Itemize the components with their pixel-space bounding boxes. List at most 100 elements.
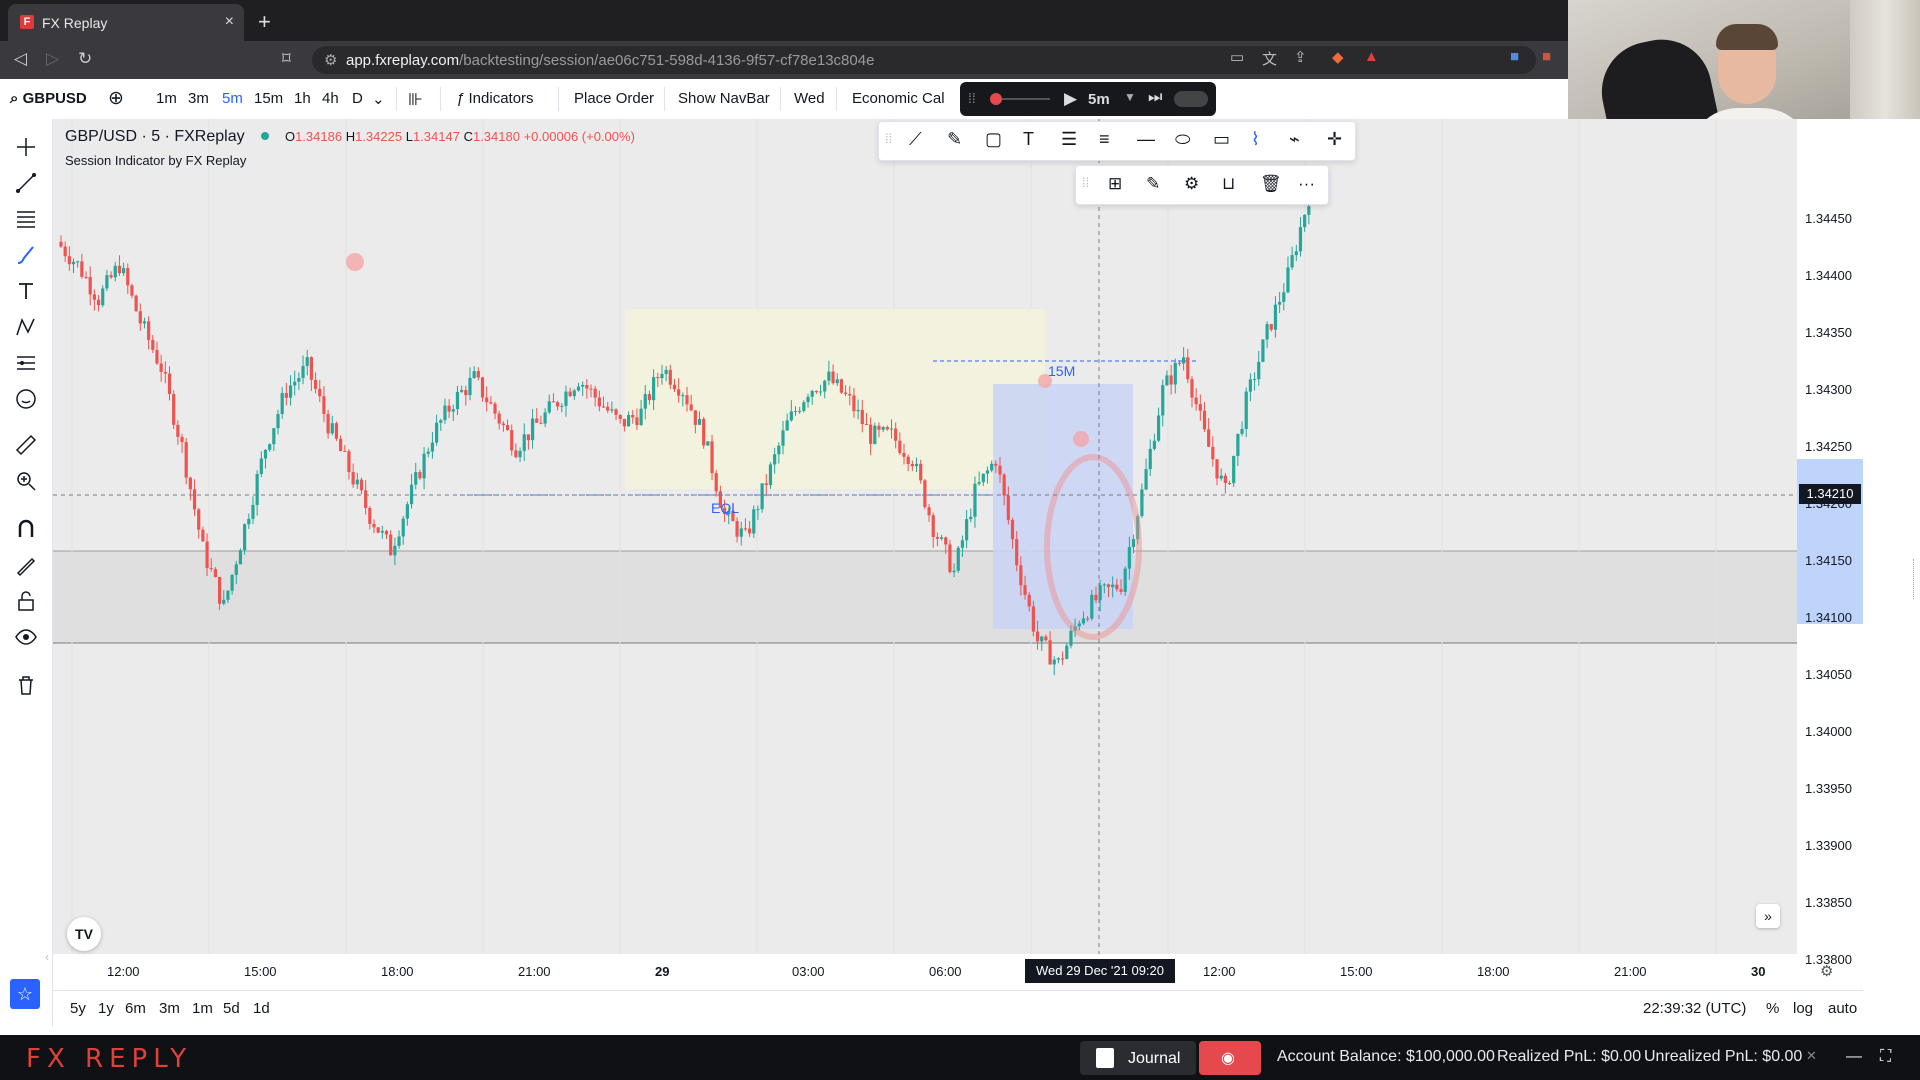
timeframe-1m[interactable]: 1m	[156, 90, 177, 107]
brush-icon[interactable]	[14, 243, 38, 267]
scroll-to-realtime-icon[interactable]: »	[1756, 904, 1780, 928]
forecast-icon[interactable]	[14, 351, 38, 375]
indicators-button[interactable]: ƒ Indicators	[456, 90, 534, 107]
eye-icon[interactable]	[14, 625, 38, 649]
range-5d[interactable]: 5d	[223, 1000, 240, 1017]
more-icon[interactable]: ···	[1298, 174, 1315, 194]
timeframe-D[interactable]: D	[352, 90, 363, 107]
minimize-icon[interactable]: —	[1846, 1048, 1862, 1066]
back-icon[interactable]: ◁	[14, 49, 27, 69]
replay-slider-knob[interactable]	[990, 93, 1002, 105]
lock-icon[interactable]	[14, 589, 38, 613]
collapse-toolbar-icon[interactable]: ‹	[45, 950, 53, 970]
pattern-icon[interactable]	[14, 315, 38, 339]
unlock-icon[interactable]: ⊔	[1222, 174, 1235, 194]
utc-clock[interactable]: 22:39:32 (UTC)	[1643, 1000, 1746, 1017]
chart-title[interactable]: GBP/USD · 5 · FXReplay	[65, 128, 245, 145]
cast-icon[interactable]: ▭	[1230, 48, 1244, 66]
fullscreen-icon[interactable]: ⛶	[1880, 1048, 1891, 1066]
timeframe-dropdown-icon[interactable]: ⌄	[372, 90, 385, 108]
pencil-icon[interactable]: ✎	[1146, 174, 1160, 194]
timeframe-1h[interactable]: 1h	[294, 90, 311, 107]
magnet-icon[interactable]	[14, 517, 38, 541]
crosshair-icon[interactable]	[14, 135, 38, 159]
show-navbar-button[interactable]: Show NavBar	[678, 90, 770, 107]
play-icon[interactable]: ▶	[1064, 89, 1077, 109]
translate-icon[interactable]: 文	[1262, 48, 1277, 69]
rectangle-icon[interactable]: ▢	[985, 129, 1002, 150]
share-icon[interactable]: ⇪	[1294, 48, 1307, 66]
drag-handle-icon[interactable]: ⁞⁞	[968, 90, 976, 106]
zoom-icon[interactable]	[14, 469, 38, 493]
trash-icon[interactable]	[14, 673, 38, 697]
emoji-icon[interactable]	[14, 387, 38, 411]
timeframe-5m[interactable]: 5m	[222, 90, 243, 107]
browser-tab[interactable]: F FX Replay ×	[8, 4, 244, 41]
site-settings-icon[interactable]: ⚙	[324, 51, 337, 69]
range-6m[interactable]: 6m	[125, 1000, 146, 1017]
day-button[interactable]: Wed	[794, 90, 825, 107]
resize-handle[interactable]	[1913, 559, 1917, 599]
economic-calendar-button[interactable]: Economic Cal	[852, 90, 945, 107]
price-chart[interactable]: EQL 15M	[53, 119, 1797, 954]
ellipse-icon[interactable]: ⬭	[1175, 129, 1190, 150]
log-toggle[interactable]: log	[1793, 1000, 1813, 1017]
journal-button[interactable]: Journal	[1080, 1041, 1196, 1075]
path-icon[interactable]: ⌁	[1289, 129, 1300, 150]
place-order-button[interactable]: Place Order	[574, 90, 654, 107]
tab-close-icon[interactable]: ×	[225, 13, 234, 31]
favorites-star-icon[interactable]: ☆	[10, 979, 40, 1009]
template-icon[interactable]: ⊞	[1108, 174, 1122, 194]
brave-shield-icon[interactable]: ◆	[1332, 48, 1344, 66]
position-icon[interactable]: ≡	[1099, 129, 1110, 150]
callout-icon[interactable]: ▭	[1213, 129, 1230, 150]
symbol-search[interactable]: ⌕ GBPUSD	[10, 90, 87, 107]
bookmark-icon[interactable]: ⌑	[282, 49, 291, 69]
range-1m[interactable]: 1m	[192, 1000, 213, 1017]
step-forward-icon[interactable]: ⏭	[1148, 89, 1162, 107]
session-indicator-label[interactable]: Session Indicator by FX Replay	[65, 153, 246, 168]
screenshot-button[interactable]: ◉	[1199, 1041, 1261, 1075]
brush-icon[interactable]: ✎	[947, 129, 962, 150]
percent-toggle[interactable]: %	[1766, 1000, 1779, 1017]
drag-handle-icon[interactable]: ⁞⁞	[885, 131, 892, 146]
drag-handle-icon[interactable]: ⁞⁞	[1082, 175, 1089, 190]
extension-icon[interactable]: ■	[1510, 48, 1519, 65]
trash-icon[interactable]: 🗑	[1260, 174, 1282, 194]
price-scale[interactable]: 1.34450 1.34400 1.34350 1.34300 1.34250 1.342…	[1797, 119, 1863, 967]
lock-drawing-icon[interactable]	[14, 553, 38, 577]
range-5y[interactable]: 5y	[70, 1000, 86, 1017]
tradingview-logo[interactable]: TV	[67, 917, 101, 951]
url-field[interactable]: ⚙ app.fxreplay.com/backtesting/session/a…	[312, 46, 1536, 74]
range-1d[interactable]: 1d	[253, 1000, 270, 1017]
compare-add-icon[interactable]: ⊕	[108, 87, 124, 110]
ruler-icon[interactable]	[14, 433, 38, 457]
trend-line-icon[interactable]	[14, 171, 38, 195]
crosshair-icon[interactable]: ✛	[1327, 129, 1342, 150]
replay-slider-track[interactable]	[1002, 98, 1050, 100]
text-icon[interactable]	[14, 279, 38, 303]
timeframe-4h[interactable]: 4h	[322, 90, 339, 107]
replay-interval[interactable]: 5m	[1088, 91, 1110, 108]
horizontal-line-icon[interactable]: —	[1137, 129, 1155, 150]
fib-icon[interactable]	[14, 207, 38, 231]
settings-icon[interactable]: ⚙	[1184, 174, 1199, 194]
mute-icon[interactable]: ✕	[1806, 1048, 1817, 1064]
range-3m[interactable]: 3m	[159, 1000, 180, 1017]
auto-play-toggle[interactable]	[1174, 91, 1208, 107]
interval-dropdown-icon[interactable]: ▼	[1124, 90, 1136, 104]
rewards-icon[interactable]: ▲	[1364, 48, 1379, 65]
timeframe-3m[interactable]: 3m	[188, 90, 209, 107]
forward-icon[interactable]: ▷	[46, 49, 59, 69]
timeframe-15m[interactable]: 15m	[254, 90, 283, 107]
reload-icon[interactable]: ↻	[78, 49, 92, 69]
fib-icon[interactable]: ☰	[1061, 129, 1077, 150]
line-icon[interactable]: ⟋	[909, 129, 922, 150]
text-icon[interactable]: T	[1023, 129, 1034, 150]
chart-type-icon[interactable]: ⊪	[408, 90, 423, 110]
time-axis[interactable]: 12:0015:0018:0021:002903:0006:0009:0012:…	[53, 954, 1833, 990]
metamask-icon[interactable]: ■	[1542, 48, 1551, 65]
new-tab-button[interactable]: +	[258, 9, 271, 35]
highlighter-icon[interactable]: ⌇	[1251, 129, 1260, 150]
auto-toggle[interactable]: auto	[1828, 1000, 1857, 1017]
